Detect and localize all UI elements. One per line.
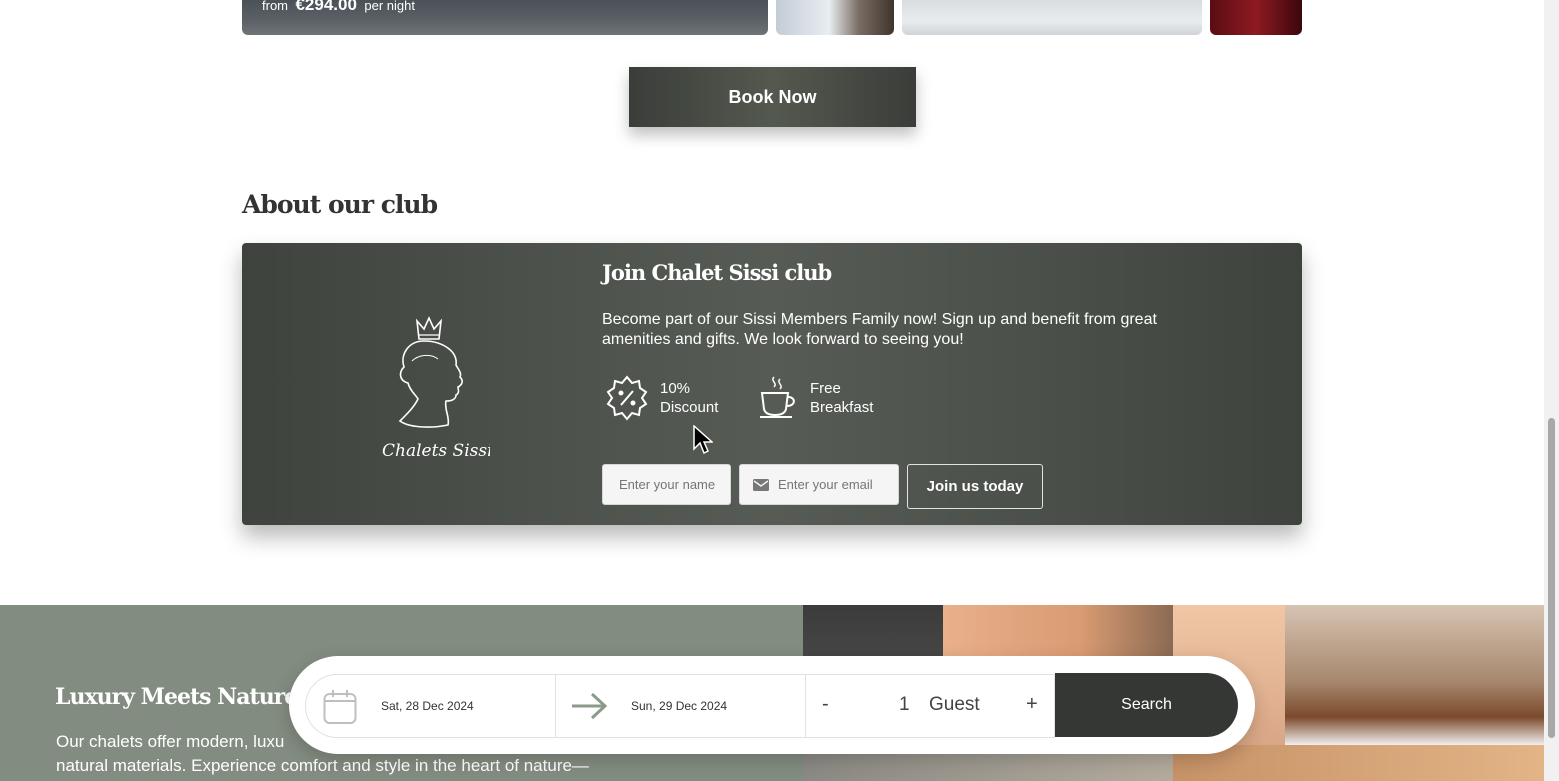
book-now-button[interactable]: Book Now (629, 67, 916, 127)
price-value: €294.00 (295, 0, 357, 14)
arrow-right-icon (572, 692, 608, 720)
checkout-date: Sun, 29 Dec 2024 (631, 699, 728, 713)
svg-text:Chalets Sissi: Chalets Sissi (382, 441, 490, 461)
search-button[interactable]: Search (1055, 673, 1238, 737)
about-club-title: About our club (242, 190, 438, 219)
coffee-cup-icon (760, 376, 795, 418)
room-image-red[interactable] (1210, 0, 1302, 35)
mail-icon (753, 479, 769, 491)
luxury-title: Luxury Meets Nature (55, 684, 298, 710)
price-per-night-label: per night (364, 0, 415, 13)
club-card: Chalets Sissi Join Chalet Sissi club Bec… (242, 243, 1302, 525)
luxury-text-line-1: Our chalets offer modern, luxu (56, 732, 285, 751)
guests-decrement-button[interactable]: - (822, 693, 829, 716)
club-description: Become part of our Sissi Members Family … (602, 311, 1157, 348)
price-from-label: from (262, 0, 288, 13)
checkin-date-field[interactable]: Sat, 28 Dec 2024 (305, 674, 556, 738)
calendar-icon (323, 690, 357, 724)
club-title: Join Chalet Sissi club (602, 260, 832, 285)
room-image-snow[interactable] (902, 0, 1202, 35)
email-field[interactable] (739, 464, 899, 505)
bathroom-image-4 (1285, 605, 1544, 745)
chalets-sissi-logo: Chalets Sissi (382, 316, 490, 461)
guests-field: - 1 Guest + (805, 674, 1055, 738)
booking-widget: Sat, 28 Dec 2024 Sun, 29 Dec 2024 - 1 Gu… (289, 656, 1255, 754)
bathroom-image-6 (1173, 745, 1544, 781)
perk-discount-label: 10% Discount (660, 380, 719, 416)
perk-breakfast-label: Free Breakfast (810, 380, 874, 416)
room-image-window[interactable] (776, 0, 894, 35)
checkin-date: Sat, 28 Dec 2024 (381, 699, 474, 713)
join-club-button[interactable]: Join us today (907, 464, 1043, 509)
perk-breakfast: Free Breakfast (756, 375, 880, 421)
scrollbar-thumb[interactable] (1548, 418, 1555, 738)
name-input[interactable] (602, 464, 731, 505)
guests-increment-button[interactable]: + (1026, 693, 1038, 716)
discount-badge-icon (606, 375, 648, 421)
perk-discount: 10% Discount (606, 375, 730, 421)
mouse-cursor-icon (693, 425, 713, 455)
luxury-text-line-2: natural materials. Experience comfort an… (56, 756, 589, 775)
page-scrollbar[interactable] (1544, 0, 1559, 781)
guests-count: 1 (899, 694, 910, 715)
email-input[interactable] (778, 465, 896, 504)
checkout-date-field[interactable]: Sun, 29 Dec 2024 (555, 674, 806, 738)
guests-label: Guest (929, 694, 980, 715)
price-line: from €294.00 per night (262, 0, 415, 15)
room-image-main[interactable]: from €294.00 per night (242, 0, 768, 35)
